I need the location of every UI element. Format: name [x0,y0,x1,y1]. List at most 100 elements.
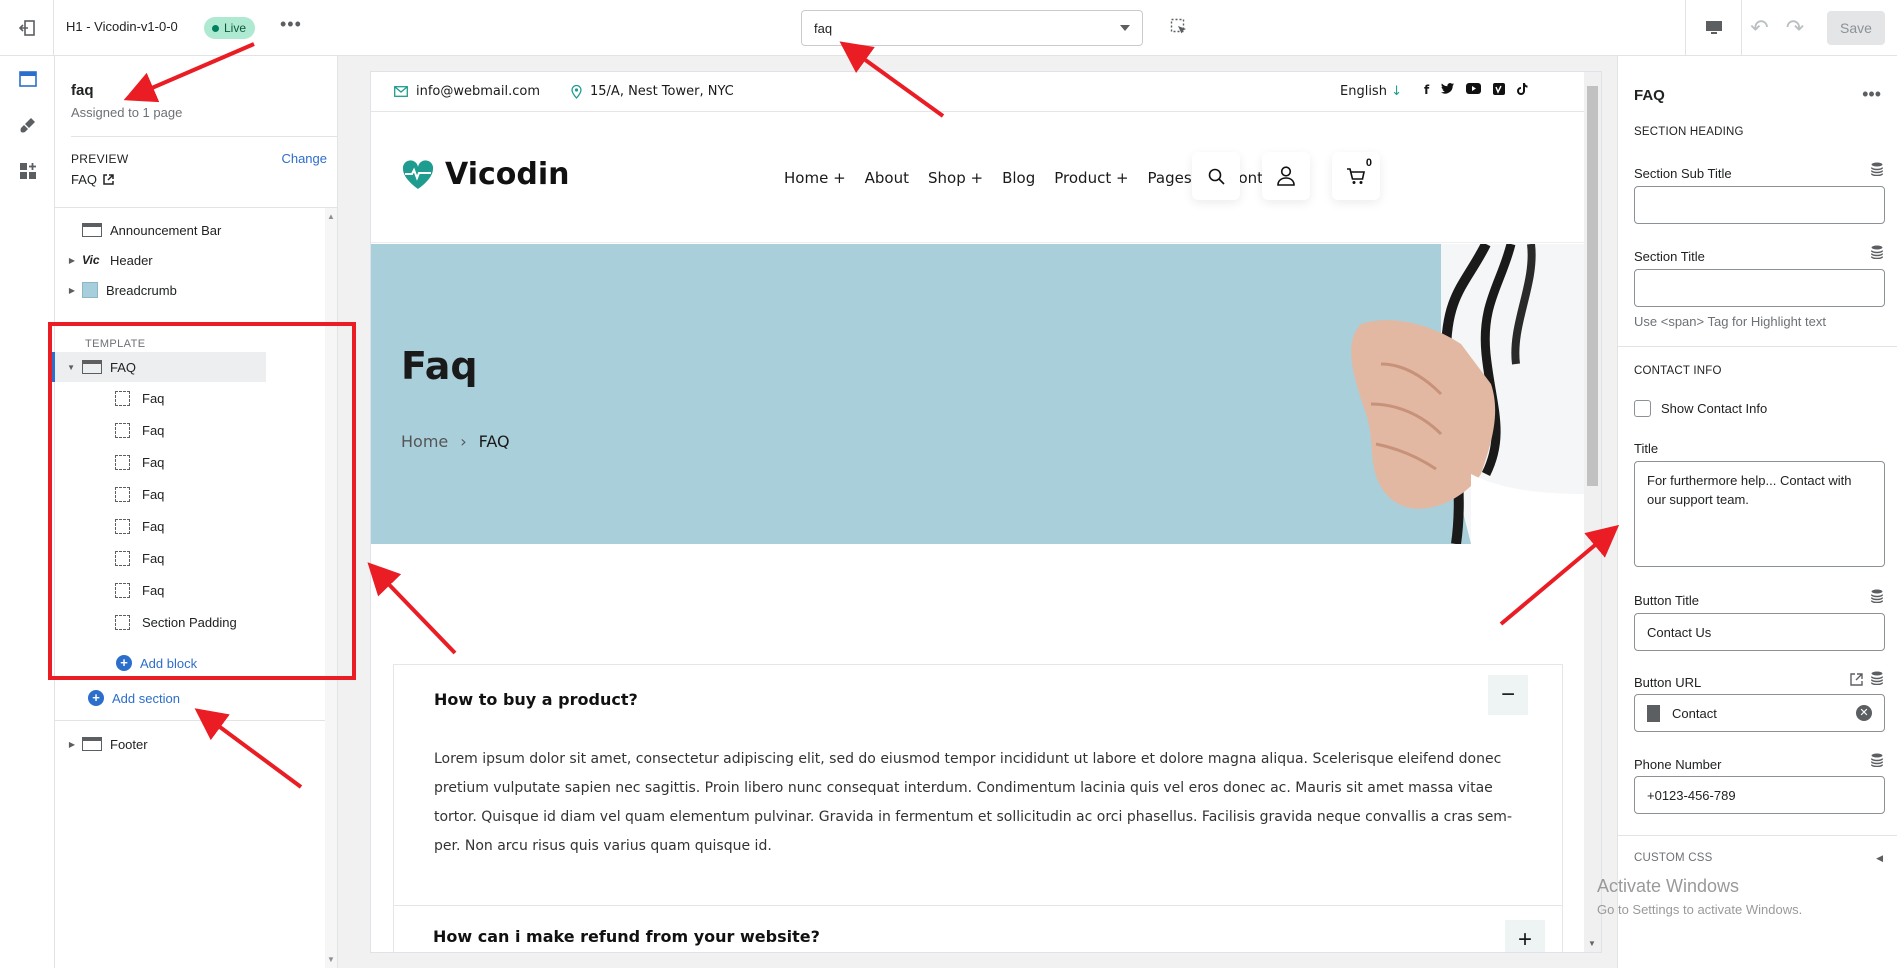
faq-question[interactable]: How to buy a product? [434,690,638,709]
clear-icon[interactable]: ✕ [1856,705,1872,721]
dynamic-source-icon[interactable] [1871,245,1883,259]
section-breadcrumb[interactable]: ▶ Breadcrumb [55,275,325,305]
section-footer[interactable]: ▶ Footer [55,729,325,759]
section-label: Announcement Bar [110,222,222,238]
dynamic-source-icon[interactable] [1871,753,1883,767]
checkbox-icon[interactable] [1634,400,1651,417]
save-button[interactable]: Save [1827,11,1885,45]
section-heading-label: SECTION HEADING [1634,126,1744,138]
button-title-input[interactable]: Contact Us [1634,613,1885,651]
youtube-icon[interactable] [1466,83,1482,98]
language-select[interactable]: English ↓ [1340,84,1402,99]
editor-topbar: H1 - Vicodin-v1-0-0 Live ••• faq ↶ ↷ Sav… [0,0,1897,56]
undo-icon[interactable]: ↶ [1741,0,1777,56]
preview-value-label: FAQ [71,172,98,187]
nav-shop[interactable]: Shop + [928,169,983,187]
dynamic-source-icon[interactable] [1871,671,1883,685]
site-email-text: info@webmail.com [416,84,541,99]
site-topbar: info@webmail.com 15/A, Nest Tower, NYC E… [371,72,1584,112]
sub-title-label: Section Sub Title [1634,166,1732,181]
divider [55,207,337,208]
site-address-text: 15/A, Nest Tower, NYC [590,84,734,99]
custom-css-label[interactable]: CUSTOM CSS [1634,852,1712,864]
hero-title: Faq [401,344,478,388]
site-email[interactable]: info@webmail.com [394,84,540,99]
app-embeds-icon[interactable] [0,148,55,194]
desktop-view-icon[interactable] [1685,0,1741,56]
button-url-input[interactable]: Contact ✕ [1634,694,1885,732]
nav-about[interactable]: About [865,169,909,187]
nav-home[interactable]: Home + [784,169,846,187]
assigned-count: Assigned to 1 page [71,105,183,120]
preview-label: PREVIEW [71,152,129,166]
twitter-icon[interactable] [1441,83,1455,98]
show-contact-info-checkbox[interactable]: Show Contact Info [1634,400,1767,417]
tiktok-icon[interactable] [1517,83,1528,98]
image-icon [82,282,98,298]
exit-icon[interactable] [0,0,54,56]
live-badge-label: Live [224,21,247,35]
dynamic-source-icon[interactable] [1871,589,1883,603]
phone-number-input[interactable]: +0123-456-789 [1634,776,1885,814]
caret-left-icon[interactable]: ◀ [1876,853,1883,864]
section-settings-panel: FAQ ••• SECTION HEADING Section Sub Titl… [1617,56,1897,968]
section-label: Footer [110,736,148,752]
external-link-icon[interactable] [1850,673,1863,686]
divider [71,136,337,137]
dynamic-source-icon[interactable] [1871,162,1883,176]
section-label: Header [110,252,153,268]
site-logo-text: Vicodin [445,157,570,192]
section-label: Breadcrumb [106,282,177,298]
breadcrumb-hero: Faq Home › FAQ [371,244,1584,544]
divider [1618,835,1897,836]
expand-plus-icon[interactable]: + [1505,920,1545,952]
preview-canvas[interactable]: info@webmail.com 15/A, Nest Tower, NYC E… [371,72,1601,952]
more-actions-icon[interactable]: ••• [280,14,302,35]
contact-title-label: Title [1634,441,1659,456]
sections-icon[interactable] [0,56,55,102]
page-select-value: faq [814,20,833,36]
redo-icon[interactable]: ↷ [1777,0,1813,56]
vimeo-icon[interactable] [1493,83,1506,98]
contact-info-label: CONTACT INFO [1634,365,1722,377]
preview-value[interactable]: FAQ [71,172,114,187]
theme-name: H1 - Vicodin-v1-0-0 [66,19,178,34]
theme-settings-brush-icon[interactable] [0,102,55,148]
account-icon[interactable] [1262,152,1310,200]
section-announcement-bar[interactable]: Announcement Bar [55,215,325,245]
contact-title-textarea[interactable]: For furthermore help... Contact with our… [1634,461,1885,567]
add-section-button[interactable]: + Add section [88,690,180,706]
chevron-right-icon[interactable]: ▶ [55,286,75,295]
chevron-right-icon[interactable]: ▶ [55,256,75,265]
preview-scrollbar[interactable]: ▼ [1584,72,1601,952]
more-actions-icon[interactable]: ••• [1862,84,1881,105]
section-bar-icon [82,223,102,237]
breadcrumb-home[interactable]: Home [401,432,448,451]
faq-accordion: How to buy a product? − Lorem ipsum dolo… [393,664,1563,952]
panel-title: FAQ [1634,87,1665,104]
heart-logo-icon [402,159,434,189]
mail-icon [394,86,408,97]
search-icon[interactable] [1192,152,1240,200]
activate-windows-title: Activate Windows [1597,876,1740,896]
inspector-icon[interactable] [1170,18,1188,41]
section-title-input[interactable] [1634,269,1885,307]
cart-count: 0 [1365,157,1372,169]
breadcrumb: Home › FAQ [401,432,510,451]
cart-icon[interactable]: 0 [1332,152,1380,200]
chevron-right-icon[interactable]: ▶ [55,740,75,749]
arrow-down-icon: ↓ [1391,84,1402,99]
collapse-minus-icon[interactable]: − [1488,675,1528,715]
site-logo[interactable]: Vicodin [401,157,569,192]
section-sub-title-input[interactable] [1634,186,1885,224]
nav-product[interactable]: Product + [1054,169,1128,187]
button-url-value: Contact [1672,705,1717,721]
nav-blog[interactable]: Blog [1002,169,1035,187]
page-select[interactable]: faq [801,10,1143,46]
change-preview-link[interactable]: Change [281,151,327,166]
section-header[interactable]: ▶ Vic Header [55,245,325,275]
section-title-help: Use <span> Tag for Highlight text [1634,314,1826,329]
faq-question[interactable]: How can i make refund from your website? [433,927,820,946]
facebook-icon[interactable]: f [1424,83,1429,98]
divider [394,905,1562,906]
